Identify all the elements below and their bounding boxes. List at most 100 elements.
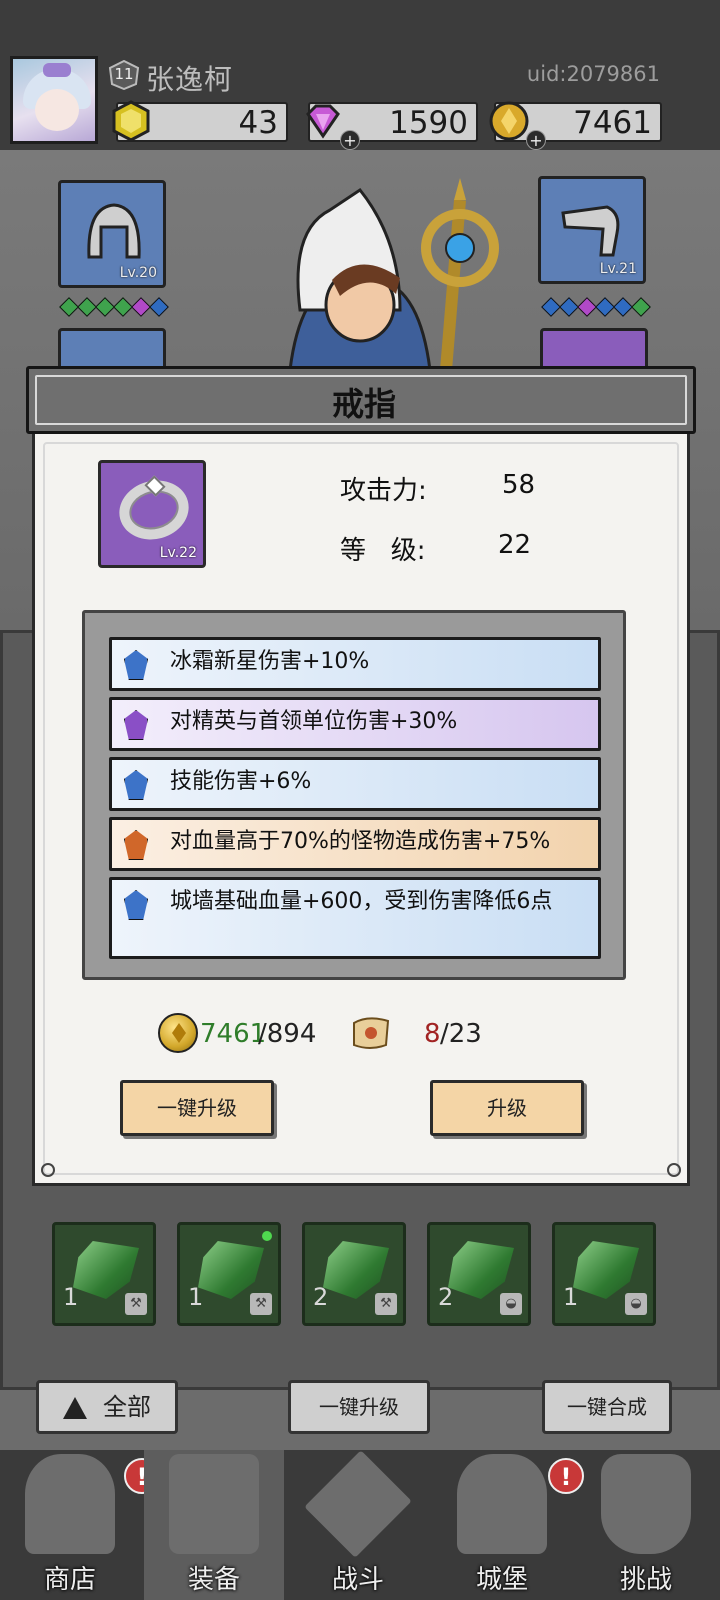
player-level-badge: 11 xyxy=(108,59,140,91)
blue-crystal-icon xyxy=(124,890,148,920)
gem-icon xyxy=(613,297,633,317)
nav-challenge[interactable]: 挑战 xyxy=(576,1450,716,1600)
upgrade-all-button[interactable]: 一键升级 xyxy=(120,1080,274,1136)
cost-scroll-need: /23 xyxy=(440,1019,482,1049)
player-avatar[interactable] xyxy=(10,56,98,144)
helmet-icon xyxy=(87,203,141,259)
merge-all-button[interactable]: 一键合成 xyxy=(542,1380,672,1434)
nav-equipment[interactable]: 装备 xyxy=(144,1450,284,1600)
nav-shop-label: 商店 xyxy=(43,1565,96,1595)
affix-row: 城墙基础血量+600，受到伤害降低6点 xyxy=(109,877,601,959)
cost-coins-need: /894 xyxy=(258,1019,317,1049)
affix-row: 对精英与首领单位伤害+30% xyxy=(109,697,601,751)
filter-triangle-icon xyxy=(63,1397,87,1419)
stat-level-label: 等 级: xyxy=(340,536,426,566)
blue-crystal-icon xyxy=(124,650,148,680)
ring-item-icon: Lv.22 xyxy=(98,460,206,568)
helmet-tag-icon: ◒ xyxy=(625,1293,647,1315)
purple-crystal-icon xyxy=(124,710,148,740)
gem-icon xyxy=(149,297,169,317)
dialog-title: 戒指 xyxy=(331,385,396,423)
item-count: 2 xyxy=(438,1283,454,1311)
crossed-swords-icon xyxy=(304,1450,412,1558)
affix-text: 冰霜新星伤害+10% xyxy=(170,649,370,674)
avatar-face xyxy=(35,89,79,131)
equip-slot-helmet[interactable]: Lv.20 xyxy=(58,180,166,288)
gem-icon xyxy=(559,297,579,317)
equip-slot-glove[interactable]: Lv.21 xyxy=(538,176,646,284)
gem-icon xyxy=(541,297,561,317)
backpack-icon xyxy=(169,1454,259,1554)
resource-diamond[interactable]: + 1590 xyxy=(306,102,478,150)
nav-shop[interactable]: 商店 xyxy=(0,1450,140,1600)
gold-hex-value: 43 xyxy=(238,105,278,141)
affix-text: 技能伤害+6% xyxy=(170,769,312,794)
nav-battle-label: 战斗 xyxy=(331,1565,384,1595)
affix-panel: 冰霜新星伤害+10% 对精英与首领单位伤害+30% 技能伤害+6% 对血量高于7… xyxy=(82,610,626,980)
hammer-tag-icon: ⚒ xyxy=(375,1293,397,1315)
coin-value: 7461 xyxy=(573,105,652,141)
affix-row: 冰霜新星伤害+10% xyxy=(109,637,601,691)
upgrade-button[interactable]: 升级 xyxy=(430,1080,584,1136)
helmet-tag-icon: ◒ xyxy=(500,1293,522,1315)
glove-icon xyxy=(561,205,620,257)
gem-icon xyxy=(131,297,151,317)
shop-icon xyxy=(25,1454,115,1554)
avatar-bow xyxy=(43,63,71,77)
top-bar: 11 张逸柯 uid:2079861 43 + 1590 + 7461 xyxy=(0,0,720,150)
affix-text: 对血量高于70%的怪物造成伤害+75% xyxy=(170,829,551,854)
nav-battle[interactable]: 战斗 xyxy=(288,1450,428,1600)
slot-level: Lv.20 xyxy=(119,265,157,281)
gem-icon xyxy=(77,297,97,317)
nav-equipment-label: 装备 xyxy=(187,1565,240,1595)
dialog-title-bar: 戒指 xyxy=(26,366,696,434)
nav-challenge-label: 挑战 xyxy=(619,1565,672,1595)
item-count: 1 xyxy=(63,1283,79,1311)
helmet-gem-row xyxy=(59,297,169,317)
new-indicator-dot xyxy=(262,1231,272,1241)
inventory-item[interactable]: 2 ◒ xyxy=(427,1222,531,1326)
affix-text: 对精英与首领单位伤害+30% xyxy=(170,709,458,734)
green-gem-icon xyxy=(73,1241,139,1299)
coin-icon xyxy=(488,100,530,142)
scroll-icon xyxy=(353,1017,390,1049)
hero-character xyxy=(288,178,499,370)
item-count: 1 xyxy=(563,1283,579,1311)
stat-attack-value: 58 xyxy=(502,470,536,500)
diamond-icon xyxy=(302,100,344,142)
inventory-item[interactable]: 2 ⚒ xyxy=(302,1222,406,1326)
affix-row: 技能伤害+6% xyxy=(109,757,601,811)
uid-label: uid:2079861 xyxy=(526,62,660,86)
gem-icon xyxy=(95,297,115,317)
glove-gem-row xyxy=(541,297,651,317)
blue-crystal-icon xyxy=(124,770,148,800)
corner-rivet-icon xyxy=(667,1163,681,1177)
cost-coins-have: 7461 xyxy=(200,1019,267,1049)
filter-all-button[interactable]: 全部 xyxy=(36,1380,178,1434)
hammer-tag-icon: ⚒ xyxy=(250,1293,272,1315)
bottom-nav: 商店 ! 装备 战斗 城堡 ! 挑战 xyxy=(0,1450,720,1600)
gem-icon xyxy=(631,297,651,317)
locked-shield-icon xyxy=(601,1454,691,1554)
resource-coin[interactable]: + 7461 xyxy=(489,101,662,150)
inventory-item[interactable]: 1 ⚒ xyxy=(52,1222,156,1326)
slot-level: Lv.21 xyxy=(599,261,637,277)
upgrade-all-bag-button[interactable]: 一键升级 xyxy=(288,1380,430,1434)
stat-attack-label: 攻击力: xyxy=(340,476,427,506)
resource-gold-hex[interactable]: 43 xyxy=(112,100,288,142)
username: 张逸柯 xyxy=(146,63,234,96)
inventory-item[interactable]: 1 ⚒ xyxy=(177,1222,281,1326)
gem-icon xyxy=(113,297,133,317)
ring-level: Lv.22 xyxy=(159,545,197,561)
filter-all-label: 全部 xyxy=(103,1393,151,1421)
diamond-value: 1590 xyxy=(389,105,468,141)
coin-plus-icon[interactable]: + xyxy=(526,130,546,150)
coin-icon xyxy=(158,1013,198,1053)
item-count: 2 xyxy=(313,1283,329,1311)
diamond-plus-icon[interactable]: + xyxy=(340,130,360,150)
green-gem-icon xyxy=(573,1241,639,1299)
inventory-item[interactable]: 1 ◒ xyxy=(552,1222,656,1326)
gold-hex-icon xyxy=(110,100,152,142)
corner-rivet-icon xyxy=(41,1163,55,1177)
hammer-tag-icon: ⚒ xyxy=(125,1293,147,1315)
